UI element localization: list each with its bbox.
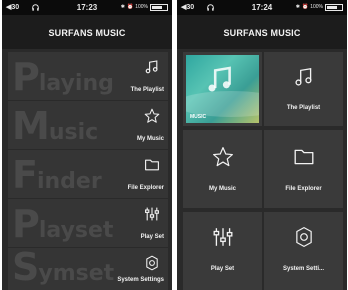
page-title: SURFANS MUSIC — [177, 15, 347, 49]
battery-percent: 100% — [310, 4, 323, 10]
watermark-text: Playset — [12, 202, 114, 246]
music-note-icon — [208, 66, 231, 92]
status-bar: ◀30 17:23 ✱ ⏰ 100% — [2, 0, 172, 15]
star-icon — [144, 108, 160, 123]
menu-item-system-settings[interactable]: Symset System Settings — [8, 248, 168, 290]
alarm-icon: ⏰ — [301, 4, 309, 10]
watermark-text: Symset — [12, 248, 115, 289]
album-caption: MUSIC — [190, 114, 207, 120]
music-note-icon — [294, 67, 311, 86]
alarm-icon: ⏰ — [126, 4, 134, 10]
watermark-text: Playing — [12, 55, 114, 99]
star-icon — [212, 147, 233, 167]
tile-play-set[interactable]: Play Set — [183, 212, 262, 290]
bluetooth-icon: ✱ — [120, 4, 125, 10]
music-note-icon — [145, 60, 158, 74]
folder-icon — [145, 159, 159, 171]
menu-item-label: System Settings — [117, 277, 164, 283]
menu-item-file-explorer[interactable]: Finder File Explorer — [8, 150, 168, 198]
grid-view-screen: ◀30 17:24 ✱ ⏰ 100% SURFANS MUSIC MUSIC T… — [177, 0, 347, 290]
menu-item-label: Play Set — [140, 234, 164, 240]
folder-icon — [294, 149, 313, 165]
battery-icon — [325, 4, 343, 11]
menu-item-playlist[interactable]: Playing The Playlist — [8, 52, 168, 100]
status-bar: ◀30 17:24 ✱ ⏰ 100% — [177, 0, 347, 15]
menu-item-label: My Music — [136, 136, 164, 142]
sliders-icon — [213, 228, 232, 246]
menu-item-label: The Playlist — [130, 87, 164, 93]
watermark-text: Music — [12, 104, 99, 148]
tile-label: File Explorer — [285, 186, 322, 192]
battery-percent: 100% — [135, 4, 148, 10]
sliders-icon — [145, 207, 159, 221]
battery-icon — [150, 4, 168, 11]
menu-item-label: File Explorer — [127, 185, 164, 191]
tile-label: Play Set — [210, 266, 235, 272]
menu-item-play-set[interactable]: Playset Play Set — [8, 199, 168, 247]
gear-icon — [295, 227, 312, 247]
tile-label: System Setti... — [282, 266, 324, 272]
menu-item-my-music[interactable]: Music My Music — [8, 101, 168, 149]
tile-file-explorer[interactable]: File Explorer — [264, 130, 343, 208]
tile-system-settings[interactable]: System Setti... — [264, 212, 343, 290]
tile-now-playing[interactable]: MUSIC — [183, 52, 262, 126]
album-art-icon: MUSIC — [186, 55, 259, 123]
bluetooth-icon: ✱ — [295, 4, 300, 10]
tile-label: The Playlist — [286, 105, 321, 111]
tile-playlist[interactable]: The Playlist — [264, 52, 343, 126]
tile-label: My Music — [208, 186, 236, 192]
gear-icon — [146, 255, 158, 271]
watermark-text: Finder — [12, 153, 102, 197]
list-view-screen: ◀30 17:23 ✱ ⏰ 100% SURFANS MUSIC Playing… — [2, 0, 172, 290]
page-title: SURFANS MUSIC — [2, 15, 172, 49]
tile-my-music[interactable]: My Music — [183, 130, 262, 208]
